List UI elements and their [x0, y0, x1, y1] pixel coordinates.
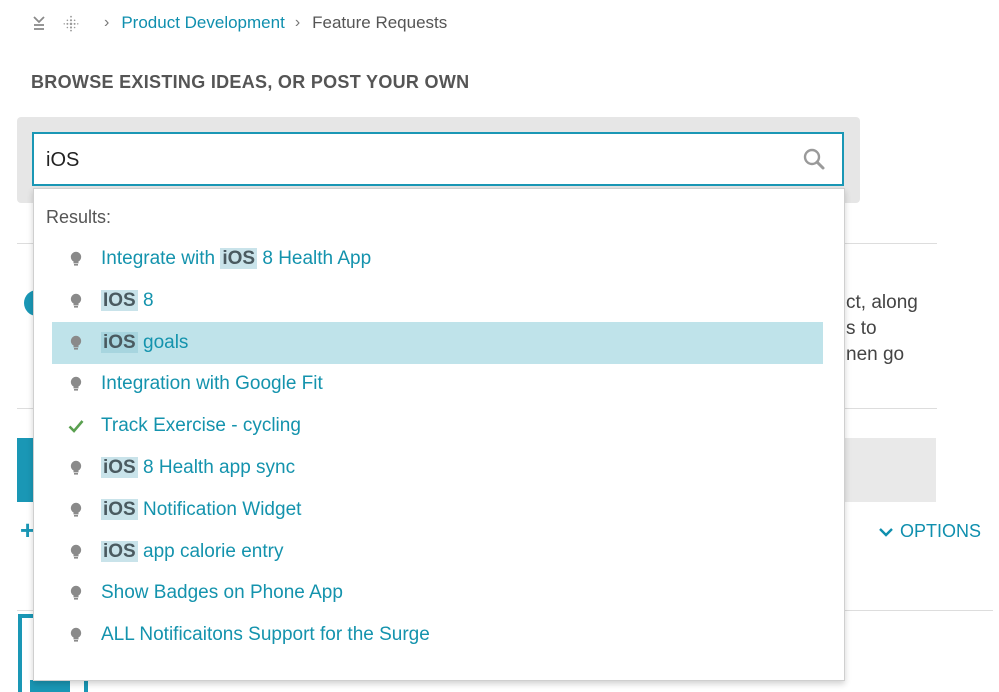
lightbulb-icon [66, 374, 86, 394]
result-item[interactable]: iOS goals [52, 321, 823, 364]
results-label: Results: [46, 207, 112, 227]
lightbulb-icon [66, 291, 86, 311]
result-title-text: 8 Health App [257, 248, 372, 269]
options-label: OPTIONS [900, 521, 982, 541]
result-item[interactable]: Integrate with iOS 8 Health App [52, 238, 823, 280]
intro-text: ct, along s to nen go [846, 290, 918, 368]
result-item[interactable]: iOS 8 Health app sync [52, 447, 823, 489]
result-title-text: Integrate with [101, 248, 221, 269]
result-title-text: goals [137, 331, 189, 353]
options-button[interactable]: OPTIONS [878, 521, 981, 542]
result-item[interactable]: IOS 8 [52, 280, 823, 322]
result-title-text: app calorie entry [137, 540, 284, 562]
result-title-text: ALL Notificaitons Support for the Surge [101, 624, 430, 646]
search-match-highlight: iOS [101, 331, 138, 353]
result-title-text: 8 [137, 289, 154, 311]
result-item[interactable]: iOS app calorie entry [52, 531, 823, 573]
search-results-dropdown: Results: Integrate with iOS 8 Health App… [33, 188, 845, 681]
intro-text-line: s to [846, 318, 877, 339]
search-match-highlight: iOS [101, 457, 138, 478]
lightbulb-icon [66, 249, 86, 269]
lightbulb-icon [66, 458, 86, 478]
result-title: Show Badges on Phone App [101, 582, 343, 604]
chevron-down-icon [879, 527, 893, 537]
result-item[interactable]: Integration with Google Fit [52, 363, 823, 405]
result-title: iOS goals [101, 331, 189, 354]
search-icon[interactable] [802, 147, 826, 171]
search-input-value[interactable]: iOS [46, 149, 79, 172]
result-item[interactable]: Show Badges on Phone App [52, 572, 823, 614]
search-match-highlight: iOS [101, 540, 138, 562]
result-title-text: Integration with Google Fit [101, 373, 323, 395]
lightbulb-icon [66, 583, 86, 603]
fitbit-logo-icon[interactable] [62, 14, 80, 32]
lightbulb-icon [66, 333, 86, 353]
section-title: BROWSE EXISTING IDEAS, OR POST YOUR OWN [31, 72, 470, 92]
result-title: iOS app calorie entry [101, 540, 284, 563]
result-title-text: Track Exercise - cycling [101, 415, 301, 437]
result-title-text: 8 Health app sync [137, 457, 296, 478]
checkmark-icon [66, 416, 86, 436]
result-title: IOS 8 [101, 289, 154, 312]
lightbulb-icon [66, 500, 86, 520]
lightbulb-icon [66, 625, 86, 645]
search-match-highlight: IOS [101, 289, 138, 311]
breadcrumb: › Product Development › Feature Requests [30, 10, 447, 36]
result-title: Integrate with iOS 8 Health App [101, 248, 371, 270]
result-title: Integration with Google Fit [101, 373, 323, 395]
result-title-text: Show Badges on Phone App [101, 582, 343, 604]
search-match-highlight: iOS [220, 248, 258, 269]
result-title: iOS 8 Health app sync [101, 457, 295, 479]
breadcrumb-feature-requests: Feature Requests [312, 13, 448, 32]
result-title: ALL Notificaitons Support for the Surge [101, 624, 430, 646]
breadcrumb-product-development[interactable]: Product Development [121, 13, 284, 33]
search-match-highlight: iOS [101, 498, 138, 520]
vote-button[interactable] [30, 680, 70, 692]
result-item[interactable]: ALL Notificaitons Support for the Surge [52, 614, 823, 656]
lightbulb-icon [66, 542, 86, 562]
collapse-icon[interactable] [30, 14, 48, 32]
result-title: iOS Notification Widget [101, 498, 302, 521]
chevron-right-icon: › [294, 14, 301, 31]
result-title: Track Exercise - cycling [101, 415, 301, 437]
result-item[interactable]: iOS Notification Widget [52, 489, 823, 531]
search-input[interactable]: iOS [32, 132, 844, 186]
intro-text-line: nen go [846, 344, 905, 365]
intro-text-line: ct, along [846, 292, 918, 313]
result-title-text: Notification Widget [137, 498, 302, 520]
chevron-right-icon: › [104, 14, 110, 31]
filter-bar-accent [17, 438, 33, 502]
result-item[interactable]: Track Exercise - cycling [52, 405, 823, 447]
